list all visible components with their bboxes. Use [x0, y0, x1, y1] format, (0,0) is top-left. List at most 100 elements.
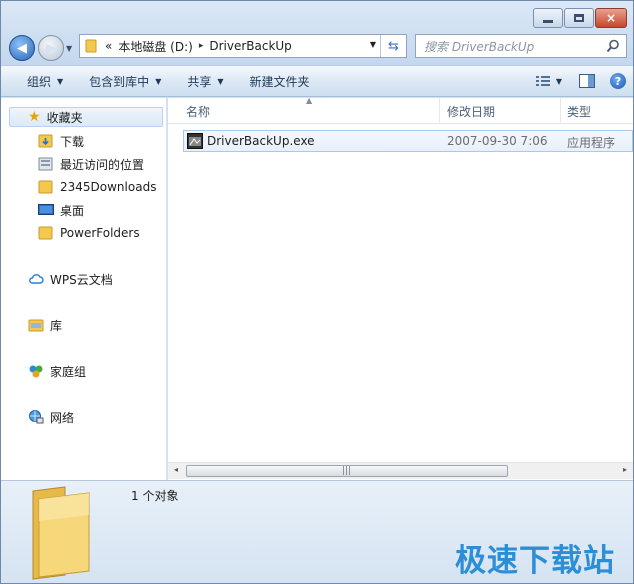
nav-wps-label: WPS云文档 — [50, 272, 113, 287]
nav-item-label: 2345Downloads — [60, 180, 157, 194]
maximize-icon — [574, 14, 584, 22]
scroll-left-icon[interactable]: ◂ — [174, 465, 178, 474]
nav-item-label: 桌面 — [60, 203, 85, 218]
recent-pages-dropdown[interactable]: ▼ — [66, 44, 72, 53]
include-in-library-label: 包含到库中 — [89, 74, 150, 89]
file-type: 应用程序 — [567, 136, 616, 150]
nav-homegroup[interactable]: 家庭组 — [28, 361, 86, 381]
details-pane: 1 个对象 极速下载站 — [1, 480, 633, 583]
include-in-library-button[interactable]: 包含到库中 ▼ — [83, 69, 167, 93]
column-header-modified[interactable]: 修改日期 — [447, 103, 495, 120]
column-header-type[interactable]: 类型 — [567, 103, 591, 120]
breadcrumb-folder[interactable]: DriverBackUp — [209, 39, 291, 53]
search-box[interactable]: 搜索 DriverBackUp — [415, 34, 627, 58]
preview-pane-button[interactable] — [571, 70, 603, 92]
folder-icon — [85, 39, 97, 53]
chevron-down-icon[interactable]: ▼ — [556, 77, 562, 86]
share-button[interactable]: 共享 ▼ — [181, 69, 229, 93]
chevron-down-icon: ▼ — [217, 76, 224, 86]
file-row[interactable]: DriverBackUp.exe 2007-09-30 7:06 应用程序 — [183, 130, 633, 152]
breadcrumb-overflow[interactable]: « — [105, 39, 112, 53]
nav-item-label: 下载 — [60, 134, 85, 149]
view-controls: ▼ ? — [527, 66, 633, 96]
close-button[interactable]: × — [595, 8, 627, 28]
explorer-window: × ◀ ▶ ▼ « 本地磁盘 (D:) ▸ DriverBackUp ▼ ⇆ 搜… — [0, 0, 634, 584]
address-dropdown-icon[interactable]: ▼ — [370, 40, 376, 49]
help-icon: ? — [610, 73, 626, 89]
large-folder-icon — [32, 486, 90, 580]
folder-icon — [38, 180, 53, 194]
library-icon — [28, 319, 44, 332]
new-folder-label: 新建文件夹 — [249, 74, 310, 89]
file-name: DriverBackUp.exe — [207, 134, 315, 148]
scrollbar-grip-icon: ||| — [342, 466, 352, 476]
network-icon — [29, 410, 44, 424]
cloud-icon — [29, 274, 44, 284]
organize-button[interactable]: 组织 ▼ — [21, 69, 69, 93]
back-button[interactable]: ◀ — [9, 35, 35, 61]
search-icon[interactable] — [606, 39, 620, 53]
column-divider[interactable] — [560, 98, 561, 124]
window-controls: × — [533, 8, 627, 28]
forward-arrow-icon: ▶ — [46, 40, 56, 56]
minimize-button[interactable] — [533, 8, 563, 28]
breadcrumb-drive[interactable]: 本地磁盘 (D:) — [118, 38, 192, 55]
nav-network-label: 网络 — [50, 410, 75, 425]
desktop-icon — [38, 204, 54, 215]
horizontal-scrollbar[interactable]: ◂ ||| ▸ — [168, 462, 633, 479]
new-folder-button[interactable]: 新建文件夹 — [244, 69, 316, 93]
navigation-pane: ★ 收藏夹 下载 最近访问的位置 2345Downloads 桌面 PowerF… — [1, 98, 167, 480]
breadcrumb: « 本地磁盘 (D:) ▸ DriverBackUp — [105, 38, 292, 55]
close-icon: × — [605, 11, 617, 25]
nav-favorites[interactable]: ★ 收藏夹 — [9, 107, 163, 127]
nav-wps-cloud[interactable]: WPS云文档 — [28, 269, 113, 289]
scrollbar-thumb[interactable]: ||| — [186, 465, 508, 477]
preview-pane-icon — [579, 74, 595, 88]
file-modified: 2007-09-30 7:06 — [447, 134, 548, 148]
chevron-down-icon: ▼ — [155, 76, 162, 86]
view-details-icon — [535, 76, 550, 86]
search-placeholder: 搜索 DriverBackUp — [424, 39, 535, 54]
file-list: ▲ 名称 修改日期 类型 DriverBackUp.exe 2007-09-30… — [168, 96, 633, 480]
forward-button[interactable]: ▶ — [38, 35, 64, 61]
homegroup-icon — [29, 365, 43, 378]
minimize-icon — [543, 19, 553, 23]
organize-label: 组织 — [27, 74, 52, 89]
nav-item-label: 最近访问的位置 — [60, 157, 145, 172]
scroll-right-icon[interactable]: ▸ — [623, 465, 627, 474]
share-label: 共享 — [187, 74, 212, 89]
sort-ascending-icon: ▲ — [306, 96, 313, 105]
watermark-text: 极速下载站 — [455, 543, 615, 579]
help-button[interactable]: ? — [603, 70, 633, 92]
download-folder-icon — [38, 134, 53, 148]
back-arrow-icon: ◀ — [17, 40, 27, 56]
nav-item-downloads[interactable]: 下载 — [38, 131, 84, 151]
breadcrumb-separator-icon[interactable]: ▸ — [199, 41, 204, 51]
column-headers: ▲ 名称 修改日期 类型 — [168, 96, 633, 124]
maximize-button[interactable] — [564, 8, 594, 28]
application-icon — [187, 133, 203, 149]
nav-libraries-label: 库 — [50, 318, 63, 333]
nav-network[interactable]: 网络 — [28, 407, 74, 427]
nav-item-desktop[interactable]: 桌面 — [38, 200, 84, 220]
refresh-icon: ⇆ — [388, 38, 399, 54]
nav-item-2345downloads[interactable]: 2345Downloads — [38, 177, 156, 197]
column-header-name[interactable]: 名称 — [186, 103, 210, 120]
nav-libraries[interactable]: 库 — [28, 315, 62, 335]
star-icon: ★ — [28, 109, 41, 125]
address-bar[interactable]: « 本地磁盘 (D:) ▸ DriverBackUp ▼ ⇆ — [79, 34, 407, 58]
nav-homegroup-label: 家庭组 — [50, 364, 87, 379]
recent-places-icon — [38, 157, 53, 171]
nav-item-recent-places[interactable]: 最近访问的位置 — [38, 154, 144, 174]
chevron-down-icon: ▼ — [57, 76, 64, 86]
command-bar: 组织 ▼ 包含到库中 ▼ 共享 ▼ 新建文件夹 ▼ ? — [1, 65, 633, 97]
change-view-button[interactable]: ▼ — [527, 70, 571, 92]
column-divider[interactable] — [439, 98, 440, 124]
item-count: 1 个对象 — [131, 489, 179, 503]
nav-item-label: PowerFolders — [60, 226, 140, 240]
refresh-button[interactable]: ⇆ — [380, 35, 406, 57]
nav-item-powerfolders[interactable]: PowerFolders — [38, 223, 140, 243]
folder-icon — [38, 226, 53, 240]
title-bar: × ◀ ▶ ▼ « 本地磁盘 (D:) ▸ DriverBackUp ▼ ⇆ 搜… — [1, 1, 633, 65]
nav-favorites-label: 收藏夹 — [46, 110, 83, 125]
